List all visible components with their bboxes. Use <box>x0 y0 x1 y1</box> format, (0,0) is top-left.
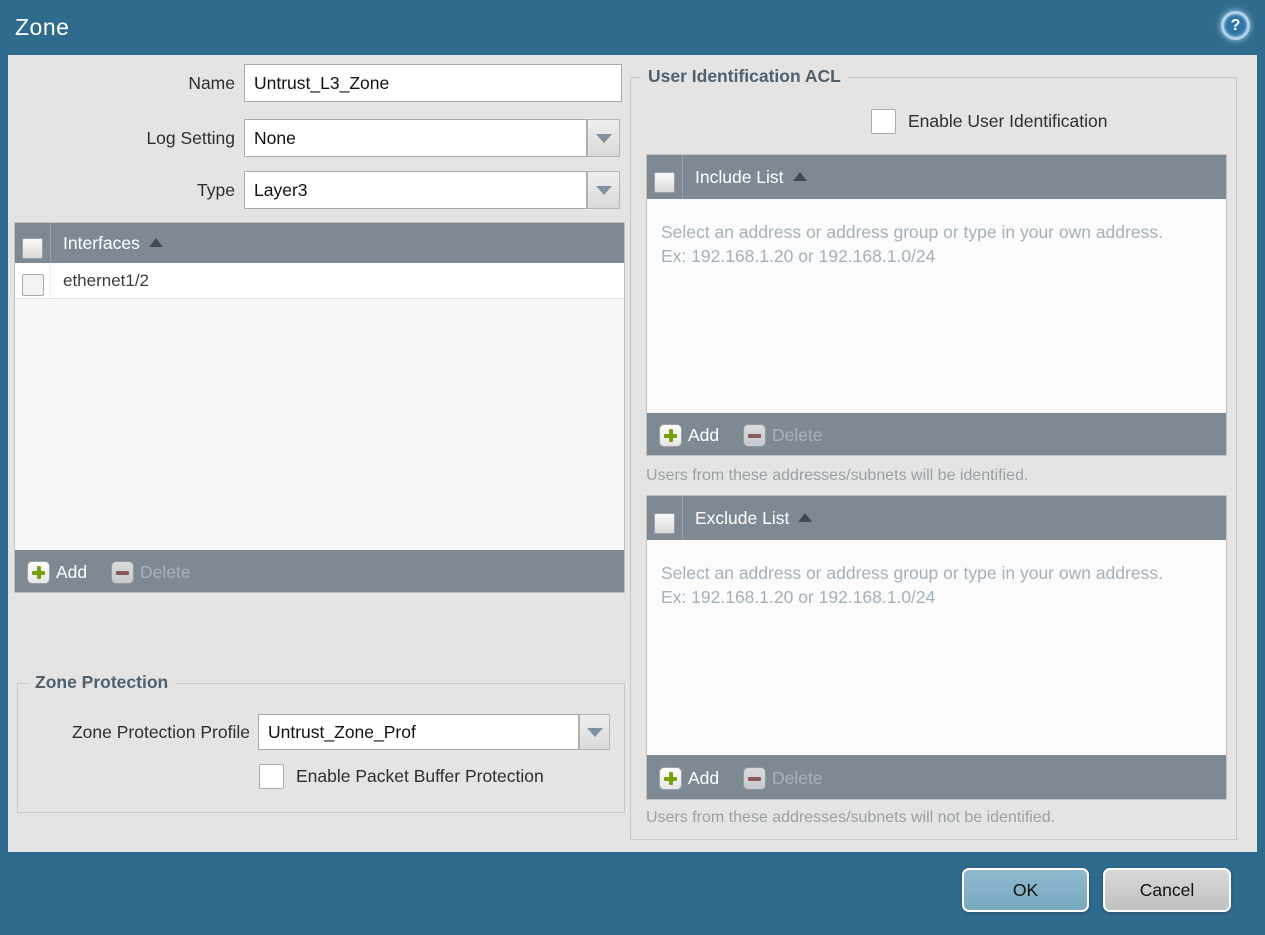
include-list-body: Select an address or address group or ty… <box>647 199 1226 413</box>
header-checkbox-cell <box>647 496 683 540</box>
include-delete-button[interactable]: Delete <box>743 413 823 455</box>
exclude-select-all-checkbox[interactable] <box>654 512 675 534</box>
plus-icon <box>659 766 682 790</box>
log-setting-dropdown-button[interactable] <box>587 119 620 157</box>
ok-button[interactable]: OK <box>962 868 1089 912</box>
sort-ascending-icon <box>792 172 807 181</box>
exclude-list-header[interactable]: Exclude List <box>647 496 1226 540</box>
zone-protection-section: Zone Protection Zone Protection Profile … <box>17 672 625 813</box>
type-select[interactable]: Layer3 <box>244 171 587 209</box>
select-all-checkbox[interactable] <box>22 237 43 259</box>
include-add-button[interactable]: Add <box>659 413 719 455</box>
interfaces-delete-button[interactable]: Delete <box>111 550 191 592</box>
type-dropdown-button[interactable] <box>587 171 620 209</box>
interface-row[interactable]: ethernet1/2 <box>15 263 624 299</box>
interfaces-table: Interfaces ethernet1/2 Add Delete <box>14 222 625 593</box>
type-label: Type <box>197 180 235 200</box>
interfaces-table-body <box>15 299 624 550</box>
zone-protection-profile-label: Zone Protection Profile <box>71 722 250 742</box>
help-icon[interactable]: ? <box>1221 11 1250 40</box>
name-label: Name <box>188 73 235 93</box>
interface-name: ethernet1/2 <box>63 271 150 290</box>
interfaces-add-button[interactable]: Add <box>27 550 87 592</box>
zone-protection-legend: Zone Protection <box>28 672 176 693</box>
zone-protection-profile-dropdown-button[interactable] <box>579 714 610 750</box>
enable-user-identification-label: Enable User Identification <box>908 111 1108 131</box>
minus-icon <box>743 423 766 447</box>
name-input[interactable] <box>244 64 622 102</box>
include-select-all-checkbox[interactable] <box>654 171 675 193</box>
include-list-column-title: Include List <box>695 167 784 187</box>
exclude-add-button[interactable]: Add <box>659 755 719 799</box>
exclude-list-note: Users from these addresses/subnets will … <box>646 809 1056 826</box>
header-checkbox-cell <box>647 155 683 199</box>
enable-user-identification-checkbox[interactable] <box>871 109 896 134</box>
minus-icon <box>743 766 766 790</box>
exclude-list-placeholder: Select an address or address group or ty… <box>661 563 1163 607</box>
plus-icon <box>659 423 682 447</box>
minus-icon <box>111 560 134 584</box>
user-identification-acl-legend: User Identification ACL <box>641 66 848 87</box>
interface-row-checkbox[interactable] <box>21 273 44 296</box>
exclude-delete-button[interactable]: Delete <box>743 755 823 799</box>
dialog-titlebar: Zone <box>0 0 1265 55</box>
zone-protection-profile-select[interactable]: Untrust_Zone_Prof <box>258 714 579 750</box>
chevron-down-icon <box>586 728 603 737</box>
include-list-toolbar: Add Delete <box>647 413 1226 455</box>
interfaces-column-title: Interfaces <box>63 233 140 253</box>
interfaces-table-toolbar: Add Delete <box>15 550 624 592</box>
include-list-note: Users from these addresses/subnets will … <box>646 467 1029 484</box>
user-identification-acl-section: User Identification ACL Enable User Iden… <box>630 66 1237 840</box>
interfaces-table-header[interactable]: Interfaces <box>15 223 624 263</box>
row-checkbox-cell <box>15 263 51 299</box>
include-list-header[interactable]: Include List <box>647 155 1226 199</box>
exclude-list-column-title: Exclude List <box>695 508 790 528</box>
cancel-button[interactable]: Cancel <box>1103 868 1231 912</box>
packet-buffer-protection-checkbox[interactable] <box>259 764 284 789</box>
chevron-down-icon <box>595 134 612 143</box>
include-list-placeholder: Select an address or address group or ty… <box>661 222 1163 266</box>
log-setting-select[interactable]: None <box>244 119 587 157</box>
packet-buffer-protection-label: Enable Packet Buffer Protection <box>296 766 544 786</box>
chevron-down-icon <box>595 186 612 195</box>
header-checkbox-cell <box>15 223 51 263</box>
log-setting-label: Log Setting <box>146 128 235 148</box>
plus-icon <box>27 560 50 584</box>
dialog-body: Name Log Setting None Type Layer3 Interf… <box>8 55 1257 852</box>
dialog-title: Zone <box>15 14 70 40</box>
exclude-list-body: Select an address or address group or ty… <box>647 540 1226 755</box>
sort-ascending-icon <box>798 513 813 522</box>
include-list-table: Include List Select an address or addres… <box>646 154 1227 456</box>
exclude-list-toolbar: Add Delete <box>647 755 1226 799</box>
sort-ascending-icon <box>148 238 163 247</box>
exclude-list-table: Exclude List Select an address or addres… <box>646 495 1227 800</box>
